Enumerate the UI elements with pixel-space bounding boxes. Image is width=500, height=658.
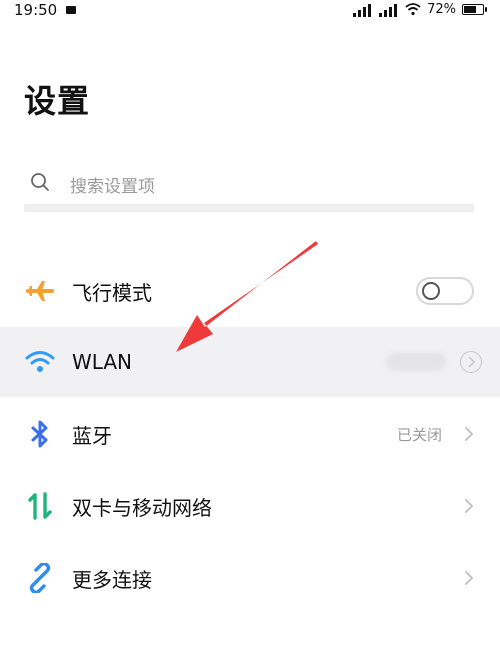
bluetooth-icon	[24, 418, 56, 450]
battery-percent: 72%	[427, 2, 456, 17]
setting-airplane-mode[interactable]: 飞行模式	[0, 256, 500, 326]
setting-wlan[interactable]: WLAN	[0, 327, 500, 397]
setting-label: WLAN	[72, 350, 133, 374]
airplane-icon	[24, 275, 56, 307]
chevron-right-icon	[465, 571, 474, 585]
sim-network-icon	[24, 490, 56, 522]
wlan-network-name-redacted	[386, 353, 446, 371]
page-title: 设置	[24, 82, 91, 120]
search-underline	[24, 204, 474, 212]
status-time: 19:50	[14, 1, 58, 19]
signal-icon	[379, 3, 398, 17]
recording-icon	[66, 6, 76, 14]
signal-icon	[353, 3, 372, 17]
chevron-right-icon	[465, 427, 474, 441]
setting-label: 飞行模式	[72, 280, 152, 305]
status-indicators: 72%	[353, 2, 487, 17]
toggle-knob	[422, 282, 440, 300]
link-icon	[24, 562, 56, 594]
bluetooth-status: 已关闭	[396, 425, 442, 444]
status-bar: 19:50 72%	[0, 0, 500, 22]
setting-label: 蓝牙	[72, 423, 112, 448]
setting-label: 更多连接	[72, 567, 152, 592]
battery-icon	[462, 4, 487, 15]
setting-label: 双卡与移动网络	[72, 495, 212, 520]
setting-dual-sim-network[interactable]: 双卡与移动网络	[0, 471, 500, 541]
search-input[interactable]: 搜索设置项	[70, 172, 155, 197]
airplane-mode-toggle[interactable]	[416, 277, 474, 305]
wifi-status-icon	[405, 3, 421, 16]
setting-more-connections[interactable]: 更多连接	[0, 543, 500, 613]
wifi-icon	[24, 346, 56, 378]
search-icon	[31, 173, 49, 191]
chevron-right-icon	[465, 499, 474, 513]
chevron-right-icon	[460, 351, 482, 373]
setting-bluetooth[interactable]: 蓝牙 已关闭	[0, 399, 500, 469]
battery-fill	[464, 6, 476, 13]
